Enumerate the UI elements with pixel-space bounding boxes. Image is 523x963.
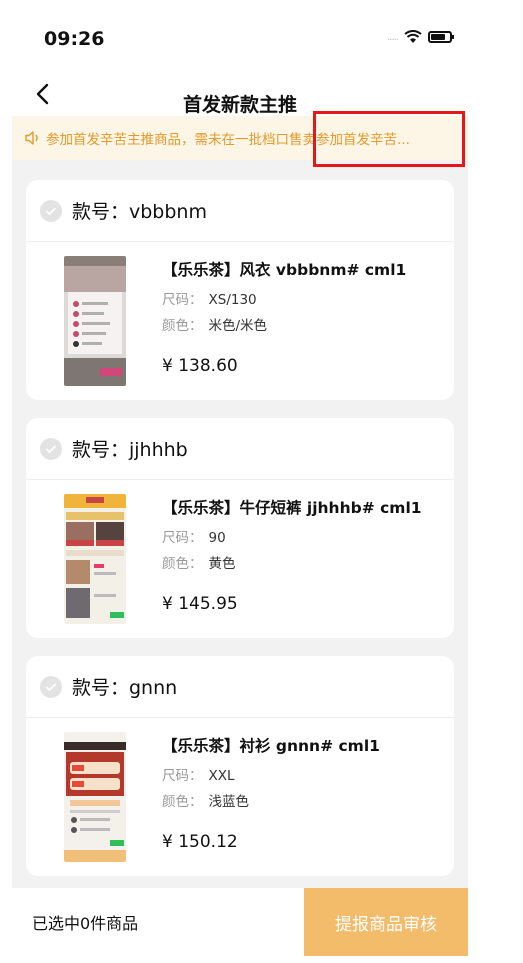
card-body: 【乐乐茶】风衣 vbbbnm# cml1 尺码： XS/130 颜色： 米色/米色 … [26,242,454,400]
color-value: 黄色 [208,556,236,572]
product-color: 颜色： 米色/米色 [162,314,267,334]
status-bar: 09:26 ..... [12,12,468,64]
style-number: 款号：vbbbnm [72,201,207,223]
product-name: 【乐乐茶】牛仔短裤 jjhhhb# cml1 [162,499,422,517]
submit-review-button[interactable]: 提报商品审核 [304,888,468,956]
wifi-icon [404,30,422,43]
product-color: 颜色： 浅蓝色 [162,790,249,810]
product-price: ¥ 138.60 [162,356,238,376]
product-card[interactable]: 款号：vbbbnm 【乐乐茶】风衣 vbbbnm# cml1 尺码： XS/13… [26,180,454,400]
card-header: 款号：vbbbnm [26,180,454,242]
check-circle-icon[interactable] [40,437,62,460]
product-size: 尺码： XXL [162,764,235,784]
status-time: 09:26 [44,28,105,50]
status-icons: ..... [387,30,454,44]
card-body: 【乐乐茶】衬衫 gnnn# cml1 尺码： XXL 颜色： 浅蓝色 ¥ 150.1… [26,718,454,876]
product-price: ¥ 150.12 [162,832,238,852]
selected-count: 已选中0件商品 [32,914,139,933]
signal-icon: ..... [387,31,399,43]
product-thumbnail[interactable] [64,494,126,624]
style-number: 款号：jjhhhb [72,439,188,461]
product-card[interactable]: 款号：gnnn 【乐乐茶】衬衫 gnnn# cml1 尺码： XXL 颜色： 浅… [26,656,454,876]
product-size: 尺码： XS/130 [162,288,257,308]
speaker-icon [25,131,38,145]
size-label: 尺码： [162,292,203,308]
color-label: 颜色： [162,556,203,572]
color-value: 米色/米色 [208,318,268,334]
battery-icon [428,31,454,43]
card-body: 【乐乐茶】牛仔短裤 jjhhhb# cml1 尺码： 90 颜色： 黄色 ¥ 145… [26,480,454,638]
size-label: 尺码： [162,530,203,546]
card-header: 款号：jjhhhb [26,418,454,480]
product-name: 【乐乐茶】风衣 vbbbnm# cml1 [162,261,407,279]
card-header: 款号：gnnn [26,656,454,718]
product-thumbnail[interactable] [64,732,126,862]
product-size: 尺码： 90 [162,526,226,546]
highlight-box [313,111,465,167]
size-label: 尺码： [162,768,203,784]
product-price: ¥ 145.95 [162,594,238,614]
bottom-bar: 已选中0件商品 提报商品审核 [12,888,468,956]
size-value: XS/130 [208,292,257,308]
product-color: 颜色： 黄色 [162,552,236,572]
color-value: 浅蓝色 [208,794,250,810]
product-card[interactable]: 款号：jjhhhb 【乐乐茶】牛仔短裤 jjhhhb# cml1 尺码： 90 … [26,418,454,638]
color-label: 颜色： [162,318,203,334]
product-thumbnail[interactable] [64,256,126,386]
style-number: 款号：gnnn [72,677,178,699]
check-circle-icon[interactable] [40,675,62,698]
check-circle-icon[interactable] [40,199,62,222]
color-label: 颜色： [162,794,203,810]
product-name: 【乐乐茶】衬衫 gnnn# cml1 [162,737,380,755]
size-value: XXL [208,768,235,784]
size-value: 90 [208,530,226,546]
